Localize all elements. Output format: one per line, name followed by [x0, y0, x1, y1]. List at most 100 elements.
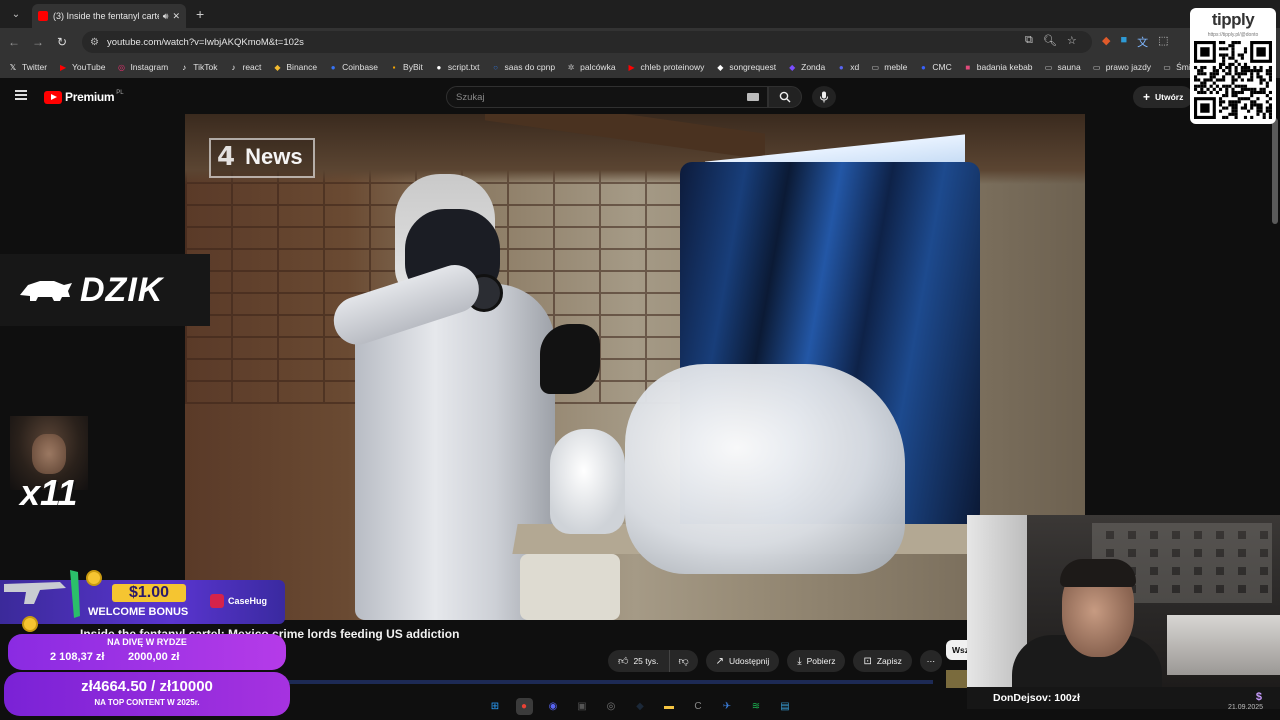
steam-icon[interactable]: ◆	[632, 698, 649, 715]
url-text: youtube.com/watch?v=IwbjAKQKmoM&t=102s	[106, 36, 304, 48]
plus-icon: +	[1143, 90, 1151, 104]
discord-icon[interactable]: ◉	[545, 698, 562, 715]
tab-search-button[interactable]: ⌄	[4, 4, 28, 24]
bookmark-19[interactable]: ▭ prawo jazdy	[1092, 62, 1151, 72]
bookmark-0[interactable]: 𝕏 Twitter	[8, 62, 47, 72]
extension-translate-icon[interactable]: 文	[1137, 34, 1148, 50]
bookmark-13[interactable]: ◆ Zonda	[787, 62, 825, 72]
instagram-icon: ◎	[117, 62, 125, 72]
ccleaner-icon[interactable]: C	[690, 698, 707, 715]
more-actions-button[interactable]: ⋯	[919, 650, 942, 672]
bookmark-label: chleb proteinowy	[640, 62, 705, 72]
speaker-icon[interactable]: 🔊︎	[163, 11, 169, 22]
windows-start-icon[interactable]: ⊞	[487, 698, 504, 715]
bookmark-label: YouTube	[72, 62, 106, 72]
video-scene-bag-small	[550, 429, 625, 534]
bookmark-18[interactable]: ▭ sauna	[1044, 62, 1081, 72]
notepad-icon[interactable]: ▤	[777, 698, 794, 715]
install-app-icon[interactable]: ⧉	[1025, 34, 1033, 47]
bookmark-7[interactable]: ▪ ByBit	[389, 62, 423, 72]
new-tab-button[interactable]: +	[196, 6, 204, 22]
bookmark-label: Instagram	[130, 62, 169, 72]
scrollbar-thumb[interactable]	[1272, 118, 1278, 224]
bookmark-17[interactable]: ■ badania kebab	[963, 62, 1032, 72]
system-clock: 21.09.2025	[1228, 704, 1264, 711]
voice-search-button[interactable]	[812, 86, 836, 108]
bookmark-5[interactable]: ◆ Binance	[272, 62, 317, 72]
create-button[interactable]: + Utwórz	[1133, 86, 1194, 108]
browser-tab-active[interactable]: (3) Inside the fentanyl carte 🔊︎ ✕	[32, 4, 186, 28]
promo-price: $1.00	[112, 584, 186, 602]
search-button[interactable]	[768, 86, 802, 108]
x-icon: 𝕏	[9, 62, 17, 72]
goal1-target: 2000,00 zł	[128, 651, 180, 663]
search-input[interactable]: Szukaj	[446, 86, 768, 108]
extension-ublock-icon[interactable]: ◆	[1102, 34, 1110, 50]
bookmark-11[interactable]: ▶ chleb proteinowy	[627, 62, 705, 72]
bookmark-15[interactable]: ▭ meble	[870, 62, 907, 72]
close-tab-icon[interactable]: ✕	[172, 11, 180, 22]
download-icon: ⤓	[797, 655, 802, 667]
boar-icon	[20, 281, 72, 301]
bookmark-12[interactable]: ◆ songrequest	[715, 62, 776, 72]
keyboard-icon[interactable]	[747, 93, 759, 101]
like-button[interactable]: 👍︎ 25 tys.	[608, 650, 670, 672]
bookmark-2[interactable]: ◎ Instagram	[116, 62, 168, 72]
bookmark-3[interactable]: ♪ TikTok	[179, 62, 217, 72]
bookmark-icon: ■	[965, 62, 971, 72]
back-icon[interactable]: ←	[2, 35, 26, 49]
reload-icon[interactable]: ↻	[50, 35, 74, 49]
dzik-sponsor-overlay: DZIK	[0, 254, 210, 326]
zoom-icon[interactable]: 🔍︎	[1043, 34, 1057, 47]
bookmark-9[interactable]: ○ saas do cpnp	[491, 62, 555, 72]
like-dislike-group: 👍︎ 25 tys. 👎︎	[608, 650, 698, 672]
video-progress-bar[interactable]	[285, 680, 933, 684]
spotify-icon[interactable]: ≋	[748, 698, 765, 715]
app-icon[interactable]: ◎	[603, 698, 620, 715]
folder-icon: ▭	[871, 62, 880, 72]
dislike-button[interactable]: 👎︎	[669, 650, 698, 672]
youtube-logo[interactable]: Premium PL	[44, 90, 124, 104]
bookmark-4[interactable]: ♪ react	[228, 62, 261, 72]
extension-blue-icon[interactable]: ■	[1120, 34, 1127, 50]
save-button[interactable]: ⊡ Zapisz	[853, 650, 912, 672]
recommended-thumbnail[interactable]	[946, 670, 968, 688]
save-label: Zapisz	[876, 656, 902, 666]
network-icon[interactable]: ✈	[719, 698, 736, 715]
diamond-icon: ◆	[717, 62, 724, 72]
bookmark-16[interactable]: ● CMC	[918, 62, 952, 72]
share-button[interactable]: ↗ Udostępnij	[705, 650, 780, 672]
dzik-label: DZIK	[80, 270, 164, 309]
thumbs-up-icon: 👍︎	[618, 656, 629, 667]
folder-icon: ▭	[1163, 62, 1171, 72]
video-player[interactable]: 4 News	[185, 114, 1085, 620]
bookmark-8[interactable]: ● script.txt	[434, 62, 479, 72]
bookmark-6[interactable]: ● Coinbase	[328, 62, 378, 72]
bookmark-1[interactable]: ▶ YouTube	[58, 62, 105, 72]
bookmark-10[interactable]: ✲ palcówka	[566, 62, 616, 72]
bybit-icon: ▪	[392, 62, 396, 72]
zonda-icon: ◆	[789, 62, 796, 72]
github-icon: ●	[436, 62, 442, 72]
microphone-icon	[820, 91, 828, 103]
browser-tab-bar: ⌄ (3) Inside the fentanyl carte 🔊︎ ✕ +	[0, 0, 1280, 28]
folder-icon[interactable]: ▬	[661, 698, 678, 715]
extensions-icon[interactable]: ⬚	[1158, 34, 1168, 50]
menu-icon[interactable]	[15, 90, 27, 100]
bookmark-label: ByBit	[403, 62, 423, 72]
bookmark-14[interactable]: ● xd	[836, 62, 859, 72]
bookmark-star-icon[interactable]: ☆	[1067, 34, 1077, 47]
coin-icon	[86, 570, 102, 586]
obs-icon[interactable]: ▣	[574, 698, 591, 715]
forward-icon[interactable]: →	[26, 35, 50, 49]
chrome-icon[interactable]: ●	[515, 697, 533, 715]
webcam-bed	[1167, 615, 1280, 675]
site-info-icon[interactable]: ⚙︎	[90, 37, 99, 48]
address-bar[interactable]: ⚙︎ youtube.com/watch?v=IwbjAKQKmoM&t=102…	[82, 31, 1092, 53]
bookmark-label: meble	[884, 62, 908, 72]
tiktok-icon: ♪	[182, 62, 187, 72]
tipply-qr-overlay: tipply https://tipply.pl/@donto	[1190, 8, 1276, 124]
download-button[interactable]: ⤓ Pobierz	[787, 650, 846, 672]
cmc-icon: ●	[920, 62, 926, 72]
bookmark-label: CMC	[932, 62, 952, 72]
